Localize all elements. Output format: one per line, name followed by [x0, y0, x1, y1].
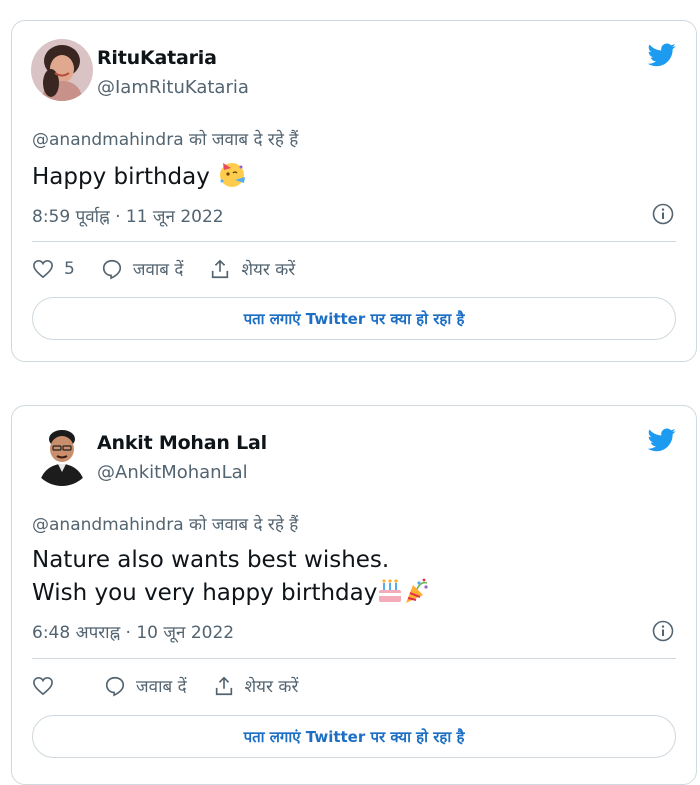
face-with-party-horn-emoji-icon: [220, 163, 246, 187]
avatar-image: [31, 39, 93, 101]
tweet-text-line: Happy birthday: [32, 164, 210, 190]
like-button[interactable]: 5: [32, 259, 75, 279]
author-handle[interactable]: @IamRituKataria: [97, 77, 249, 98]
author-name[interactable]: Ankit Mohan Lal: [97, 432, 267, 454]
info-icon[interactable]: [652, 203, 674, 225]
explore-twitter-button[interactable]: पता लगाएं Twitter पर क्या हो रहा है: [32, 715, 676, 758]
author-handle[interactable]: @AnkitMohanLal: [97, 462, 248, 483]
reply-context[interactable]: @anandmahindra को जवाब दे रहे हैं: [32, 512, 298, 535]
explore-twitter-button[interactable]: पता लगाएं Twitter पर क्या हो रहा है: [32, 297, 676, 340]
reply-label: जवाब दें: [136, 677, 187, 697]
tweet-timestamp[interactable]: 6:48 अपराह्न · 10 जून 2022: [32, 620, 234, 643]
tweet-text: Happy birthday: [32, 159, 247, 194]
author-name[interactable]: RituKataria: [97, 47, 217, 69]
reply-button[interactable]: जवाब दें: [101, 257, 184, 280]
heart-icon: [33, 676, 53, 695]
heart-icon: [33, 259, 53, 278]
like-count: 5: [64, 258, 75, 279]
info-icon[interactable]: [652, 620, 674, 642]
share-icon: [212, 259, 229, 278]
divider: [32, 241, 676, 242]
reply-context[interactable]: @anandmahindra को जवाब दे रहे हैं: [32, 127, 298, 150]
tweet-actions: 5 जवाब दें शेयर करें: [32, 257, 321, 280]
avatar-image: [31, 424, 93, 486]
reply-icon: [102, 259, 121, 280]
share-label: शेयर करें: [241, 260, 296, 280]
tweet-card[interactable]: Ankit Mohan Lal @AnkitMohanLal @anandmah…: [11, 405, 697, 785]
tweet-actions: जवाब दें शेयर करें: [32, 674, 324, 697]
tweet-timestamp[interactable]: 8:59 पूर्वाह्न · 11 जून 2022: [32, 204, 224, 227]
share-button[interactable]: शेयर करें: [213, 674, 299, 697]
reply-icon: [105, 676, 125, 697]
tweet-text-line: Wish you very happy birthday: [32, 580, 378, 606]
tweet-card[interactable]: RituKataria @IamRituKataria @anandmahind…: [11, 20, 697, 362]
like-button[interactable]: [32, 676, 64, 696]
avatar[interactable]: [31, 424, 93, 486]
twitter-bird-icon[interactable]: [648, 428, 676, 452]
avatar[interactable]: [31, 39, 93, 101]
twitter-bird-icon[interactable]: [648, 43, 676, 67]
tweet-text: Nature also wants best wishes. Wish you …: [32, 544, 431, 610]
share-label: शेयर करें: [244, 677, 299, 697]
divider: [32, 658, 676, 659]
reply-button[interactable]: जवाब दें: [104, 674, 187, 697]
birthday-cake-emoji-icon: [379, 579, 402, 602]
share-icon: [215, 676, 232, 695]
share-button[interactable]: शेयर करें: [209, 257, 295, 280]
party-popper-emoji-icon: [406, 578, 428, 603]
reply-label: जवाब दें: [132, 260, 184, 280]
tweet-text-line: Nature also wants best wishes.: [32, 547, 390, 573]
